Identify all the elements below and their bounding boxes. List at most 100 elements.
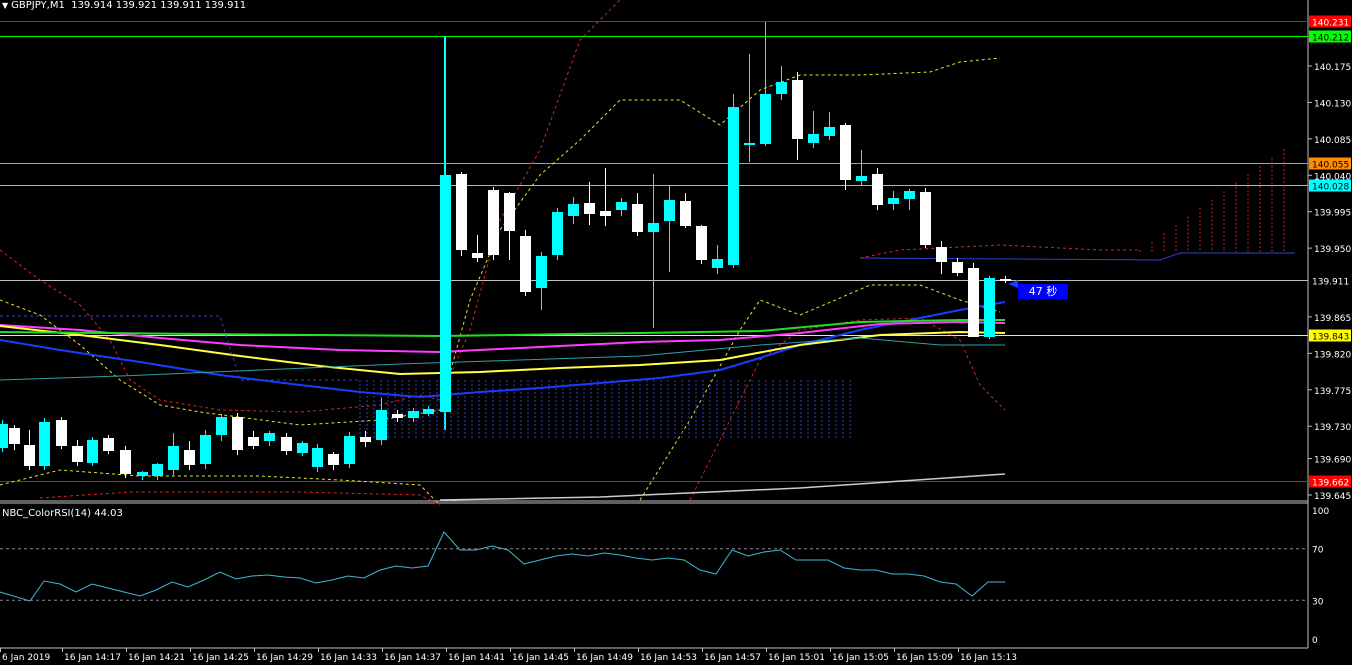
candle [696,225,707,264]
trading-chart[interactable]: 140.231 140.212 140.055 140.028 139.911 139.8… [0,0,1352,665]
candle [488,187,499,260]
candle-body [552,212,563,255]
candle [168,433,179,475]
rsi-tick-label: 70 [1312,546,1324,556]
candle [137,471,148,480]
candle [968,263,979,337]
bollinger-upper-outer-line [0,0,621,413]
candle [744,54,755,162]
candle-body [56,420,67,446]
candle [808,111,819,148]
rsi-tick-label: 0 [1312,636,1318,646]
candle [936,241,947,274]
candle-body [168,446,179,470]
candle-body [281,437,292,451]
candle-body [103,438,114,451]
collapse-triangle-icon[interactable]: ▼ [2,1,8,10]
bar-countdown-badge: 47 秒 [1018,284,1068,299]
candle [248,431,259,449]
candle [281,433,292,455]
candle-body [792,80,803,139]
candle [232,413,243,455]
candle-body [137,472,148,476]
candle [600,168,611,226]
rsi-title: NBC_ColorRSI(14) 44.03 [2,508,123,519]
level-price-label: 139.662 [1312,479,1349,489]
candle [952,258,963,276]
candle-body [952,262,963,273]
candle-body [664,200,675,221]
candle [344,432,355,468]
candle-body [408,411,419,418]
moving-average-magenta [0,320,1006,354]
candle [39,418,50,470]
candle-body [648,223,659,232]
rsi-line [0,531,1005,602]
candle-body [840,125,851,180]
candle [552,208,563,260]
candle [904,189,915,210]
candle [297,441,308,456]
time-tick-label: 16 Jan 15:05 [832,653,889,663]
candle [56,417,67,449]
candle [312,444,323,472]
candle [856,150,867,185]
price-tick-label: 139.820 [1314,350,1351,360]
level-price-label: 140.055 [1312,161,1349,171]
rsi-tick-label: 30 [1312,597,1324,607]
candle-body [600,211,611,216]
candle-body [1000,279,1011,281]
candle [360,431,371,447]
candle-body [536,256,547,288]
time-tick-label: 16 Jan 14:29 [256,653,313,663]
time-axis: 6 Jan 2019 16 Jan 14:17 16 Jan 14:21 16 Jan… [0,648,1017,663]
candle-body [712,259,723,268]
bollinger-lower-inner-line-2 [639,284,1001,501]
candle-body [264,433,275,441]
rsi-tick-label: 100 [1312,507,1329,517]
price-tick-label: 140.085 [1314,136,1351,146]
moving-average-green [0,319,1005,338]
candle-body [9,428,20,444]
candle-body [488,190,499,255]
price-tick-label: 139.730 [1314,423,1351,433]
candle [680,193,691,228]
candle [264,431,275,446]
candle-body [456,174,467,250]
candle [103,435,114,454]
time-tick-label: 16 Jan 14:49 [576,653,633,663]
candle-body [152,464,163,476]
symbol-timeframe: GBPJPY,M1 [11,0,65,11]
indicator-lines [0,0,1295,602]
candle [328,452,339,470]
candle-body [744,143,755,145]
candle [536,252,547,310]
candle [664,185,675,272]
candle-body [344,436,355,464]
candle-body [632,204,643,232]
bollinger-upper-inner-line [0,57,1001,426]
candle-body [888,198,899,204]
candle [584,182,595,225]
time-tick-label: 16 Jan 14:41 [448,653,505,663]
candle-body [24,445,35,466]
time-tick-label: 16 Jan 14:21 [128,653,185,663]
time-tick-label: 16 Jan 14:25 [192,653,249,663]
candle [728,94,739,268]
time-tick-label: 16 Jan 14:37 [384,653,441,663]
candle-body [376,410,387,440]
candle [24,430,35,470]
candle [216,414,227,441]
candle-body [216,417,227,435]
candle [472,235,483,262]
candle [616,198,627,216]
candle-body [392,414,403,418]
candle [984,276,995,339]
candle [152,463,163,480]
candle [200,430,211,469]
candle [872,168,883,210]
candle-body [680,201,691,226]
chart-header: ▼ GBPJPY,M1 139.914 139.921 139.911 139.9… [2,0,246,11]
candle-body [423,409,434,414]
candle [824,112,835,140]
